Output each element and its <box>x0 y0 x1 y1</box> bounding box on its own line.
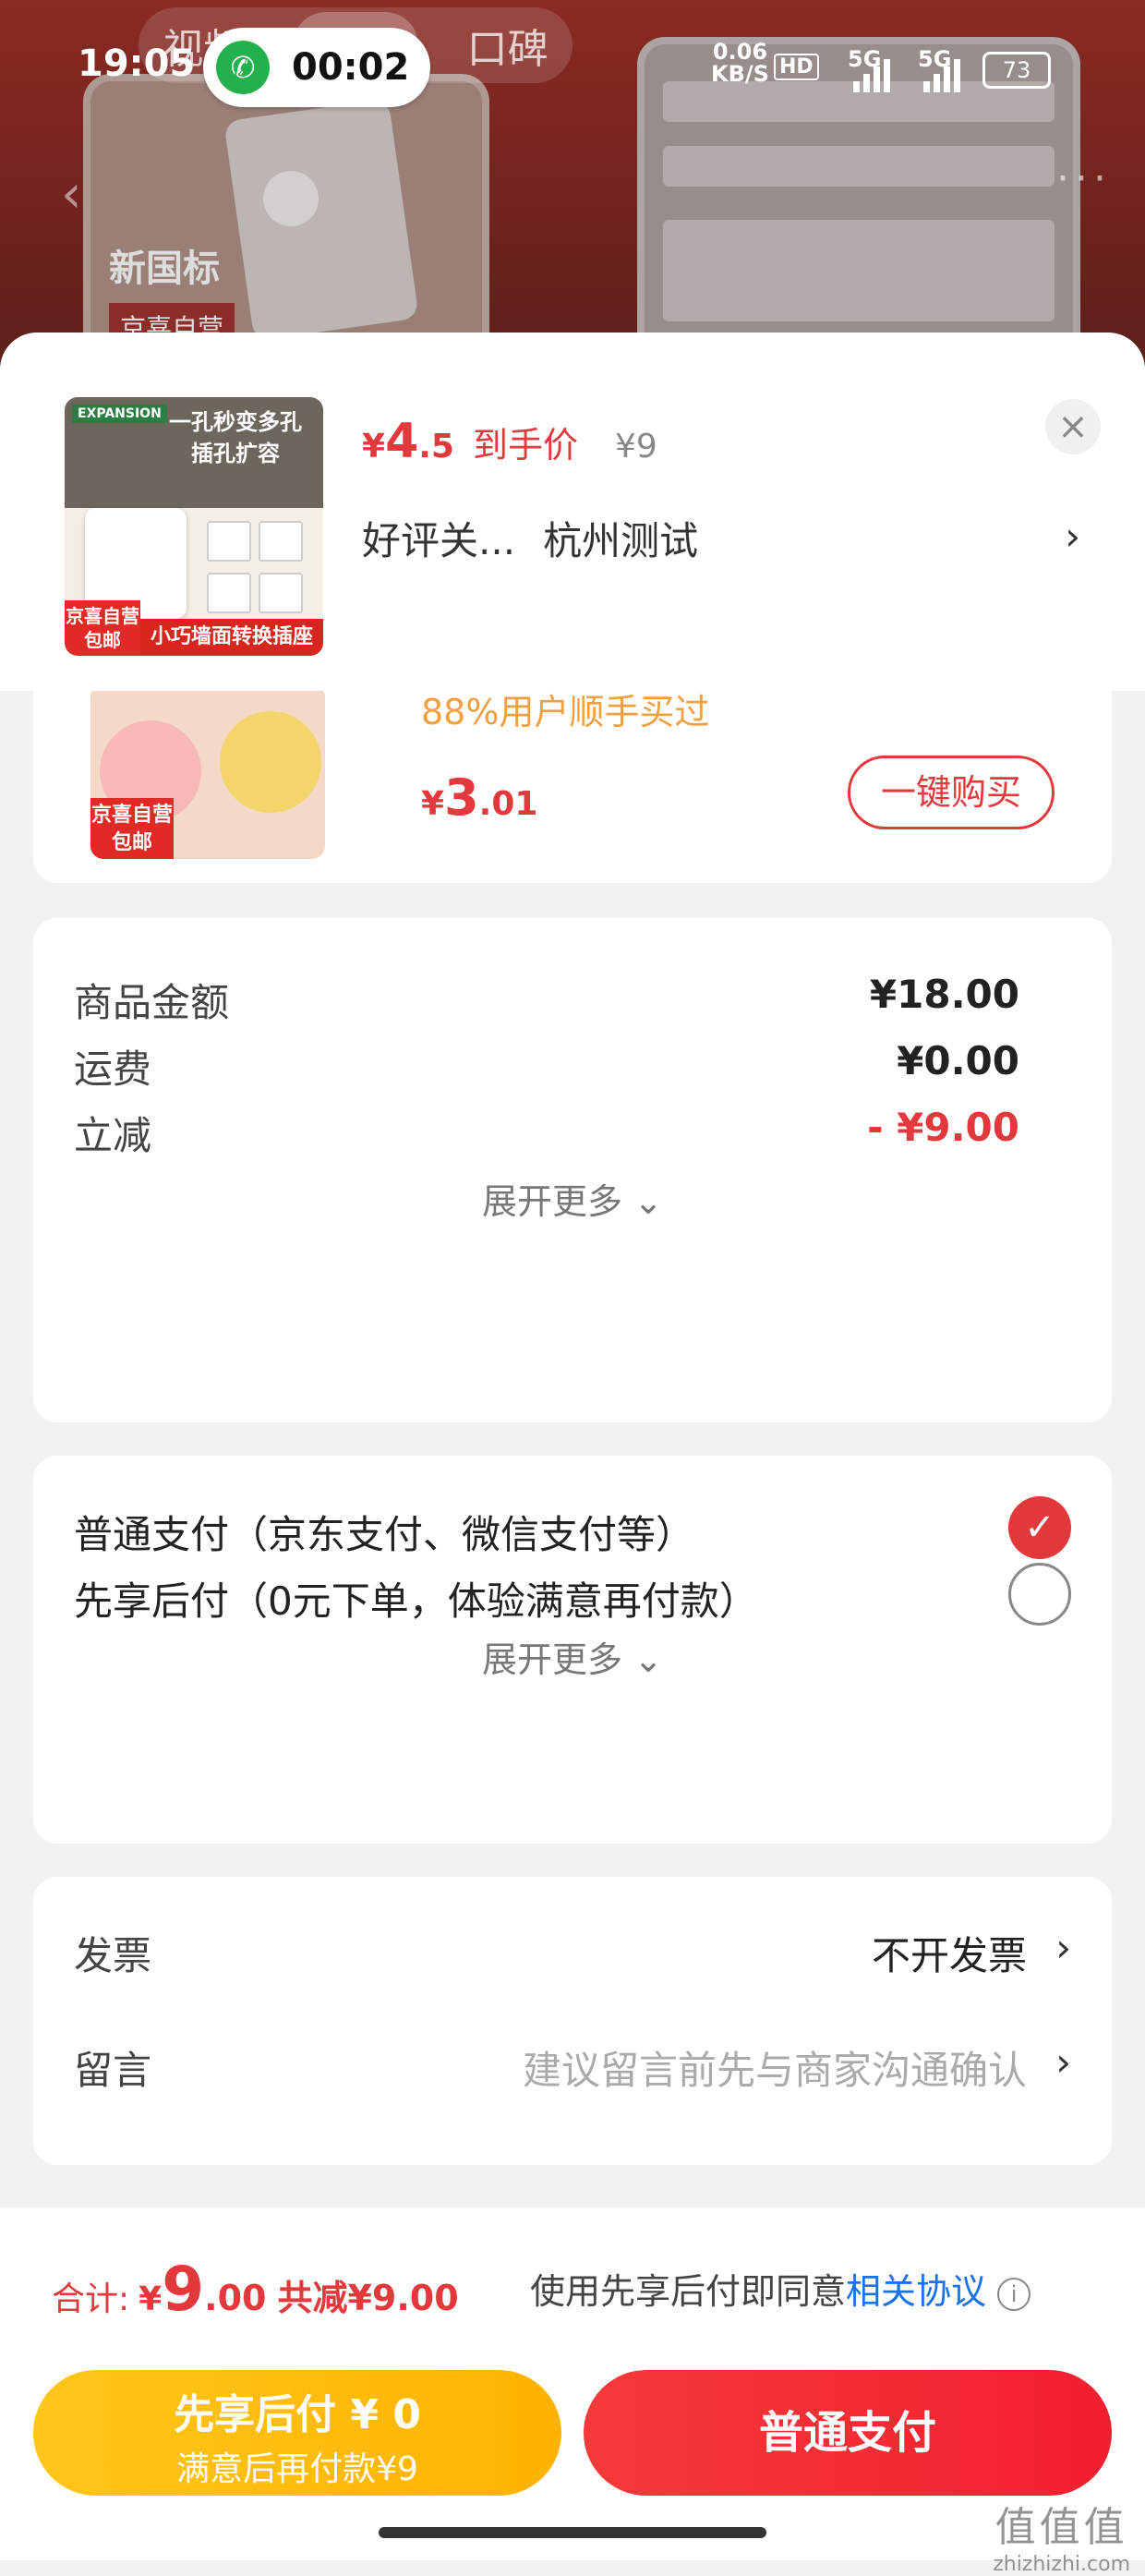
agreement-text: 使用先享后付即同意相关协议 i <box>530 2263 1031 2314</box>
thumb-slogan: 一孔秒变多孔 插孔扩容 <box>169 409 302 466</box>
more-dots-icon: ··· <box>1056 155 1112 202</box>
back-arrow-icon: ‹ <box>61 164 82 224</box>
total-label: 合计: <box>52 2280 130 2318</box>
bg-socket-image <box>223 98 419 342</box>
watermark-logo: 值值值 <box>994 2504 1128 2551</box>
bg-card-title: 新国标 <box>109 248 220 290</box>
sheet-header: EXPANSION 一孔秒变多孔 插孔扩容 京喜自营 包邮 小巧墙面转换插座 ¥… <box>0 333 1145 691</box>
spec-selection-right: 杭州测试 <box>543 518 699 563</box>
signal-icon <box>923 55 960 92</box>
price-integer: 4 <box>385 414 419 469</box>
chevron-down-icon: ⌄ <box>633 1639 663 1680</box>
chevron-down-icon: ⌄ <box>633 1181 663 1222</box>
pay-later-button[interactable]: 先享后付 ¥ 0 满意后再付款¥9 <box>33 2370 561 2496</box>
thumb-badge: 京喜自营 包邮 <box>65 600 140 656</box>
phone-icon: ✆ <box>216 41 270 94</box>
invoice-value: 不开发票 <box>871 1933 1027 1978</box>
home-indicator[interactable] <box>379 2527 766 2538</box>
amount-value: ¥0.00 <box>897 1038 1019 1083</box>
total-saving: 共减¥9.00 <box>277 2278 459 2318</box>
agreement-link[interactable]: 相关协议 <box>846 2271 986 2312</box>
price-tag: 到手价 <box>472 425 578 466</box>
pay-later-subtitle: 满意后再付款¥9 <box>176 2450 418 2488</box>
amount-value: - ¥9.00 <box>867 1105 1019 1150</box>
price-decimal: .5 <box>418 428 454 466</box>
signal-icon <box>853 55 890 92</box>
expand-more-payment[interactable]: 展开更多 ⌄ <box>33 1631 1112 1682</box>
socket-feature-icons <box>203 517 314 619</box>
amount-label: 运费 <box>74 1046 152 1092</box>
payment-methods: 普通支付（京东支付、微信支付等） ✓ 先享后付（0元下单，体验满意再付款） 展开… <box>33 1456 1112 1844</box>
call-timer: 00:02 <box>292 46 410 89</box>
net-speed: 0.06 KB/S <box>711 39 769 87</box>
amount-value: ¥18.00 <box>869 972 1019 1017</box>
watermark-site: zhizhizhi.com <box>993 2553 1130 2576</box>
invoice-label: 发票 <box>74 1933 152 1978</box>
chevron-right-icon: › <box>1055 2039 1071 2085</box>
normal-pay-button[interactable]: 普通支付 <box>584 2370 1112 2496</box>
checkout-bar: 合计: ¥ 9 .00 共减¥9.00 使用先享后付即同意相关协议 i 先享后付 … <box>0 2207 1145 2560</box>
amount-row-goods: 商品金额 ¥18.00 <box>74 972 1019 1028</box>
recommend-price: ¥ 3 .01 <box>421 768 538 827</box>
original-price: ¥9 <box>615 428 657 466</box>
status-bar: 19:05 ✆ 00:02 0.06 KB/S HD 5G 5G 73 <box>0 28 1145 111</box>
invoice-row[interactable]: 发票 不开发票 › <box>74 1925 1071 1981</box>
checked-radio-icon[interactable]: ✓ <box>1008 1496 1071 1559</box>
info-icon[interactable]: i <box>997 2277 1031 2311</box>
price-currency: ¥ <box>362 428 386 466</box>
hd-icon: HD <box>774 54 819 80</box>
message-row[interactable]: 留言 建议留言前先与商家沟通确认 › <box>74 2039 1071 2096</box>
battery-icon: 73 <box>982 52 1051 89</box>
status-time: 19:05 <box>78 42 196 85</box>
unchecked-radio-icon[interactable] <box>1008 1563 1071 1626</box>
pay-later-title: 先享后付 ¥ 0 <box>174 2391 421 2438</box>
expand-more-amounts[interactable]: 展开更多 ⌄ <box>33 1173 1112 1224</box>
amount-label: 立减 <box>74 1113 152 1158</box>
close-button[interactable]: × <box>1045 399 1101 454</box>
message-label: 留言 <box>74 2048 152 2093</box>
payment-option-label: 先享后付（0元下单，体验满意再付款） <box>74 1578 758 1624</box>
spec-selector[interactable]: 好评关... 杭州测试 <box>362 510 1082 566</box>
thumb-strip: 小巧墙面转换插座 <box>140 619 323 656</box>
payment-option-paylater[interactable]: 先享后付（0元下单，体验满意再付款） <box>74 1563 1071 1627</box>
chevron-right-icon[interactable]: › <box>1065 514 1080 559</box>
recommend-badge: 京喜自营 包邮 <box>90 798 174 859</box>
recommend-subtitle: 88%用户顺手买过 <box>421 692 710 732</box>
payment-option-normal[interactable]: 普通支付（京东支付、微信支付等） ✓ <box>74 1496 1071 1560</box>
amount-summary: 商品金额 ¥18.00 运费 ¥0.00 立减 - ¥9.00 展开更多 ⌄ <box>33 918 1112 1422</box>
thumb-brand: EXPANSION <box>72 405 167 423</box>
call-indicator[interactable]: ✆ 00:02 <box>203 28 430 107</box>
amount-label: 商品金额 <box>74 980 230 1025</box>
amount-row-shipping: 运费 ¥0.00 <box>74 1038 1019 1094</box>
message-placeholder: 建议留言前先与商家沟通确认 <box>522 2048 1027 2093</box>
play-icon <box>263 171 319 226</box>
amount-row-discount: 立减 - ¥9.00 <box>74 1105 1019 1161</box>
order-extras: 发票 不开发票 › 留言 建议留言前先与商家沟通确认 › <box>33 1877 1112 2165</box>
total-amount: 合计: ¥ 9 .00 共减¥9.00 <box>52 2254 459 2325</box>
spec-selection-left: 好评关... <box>362 518 516 563</box>
recommend-product-image[interactable]: 京喜自营 包邮 <box>90 683 325 859</box>
product-thumbnail[interactable]: EXPANSION 一孔秒变多孔 插孔扩容 京喜自营 包邮 小巧墙面转换插座 <box>65 397 323 656</box>
payment-option-label: 普通支付（京东支付、微信支付等） <box>74 1512 695 1557</box>
watermark: 值值值 zhizhizhi.com <box>993 2494 1130 2576</box>
price-line: ¥ 4 .5 到手价 ¥9 <box>362 414 657 469</box>
one-click-buy-button[interactable]: 一键购买 <box>848 756 1055 829</box>
chevron-right-icon: › <box>1055 1925 1071 1970</box>
